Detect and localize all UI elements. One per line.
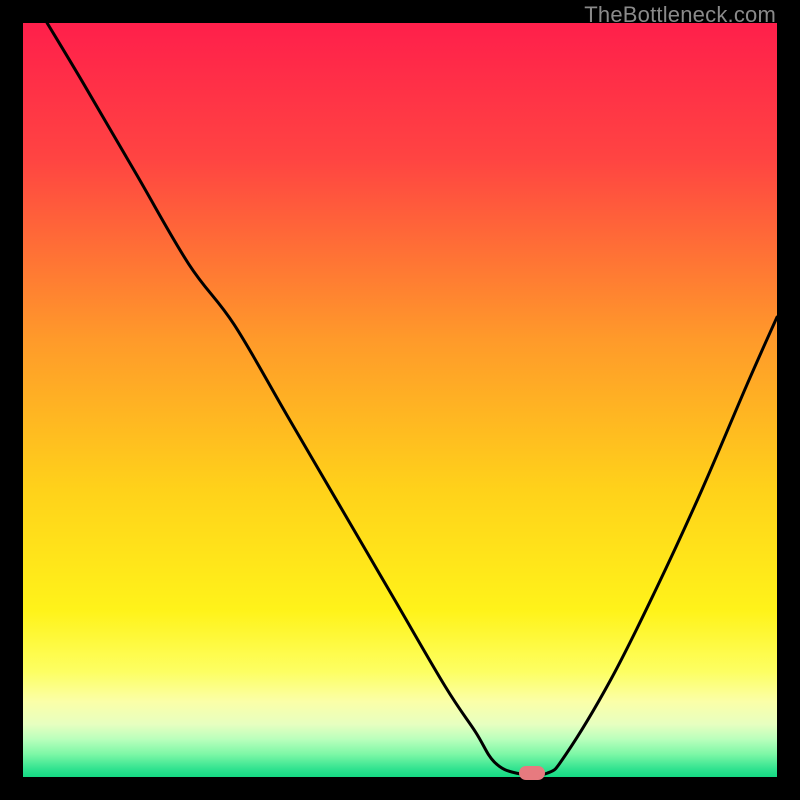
- bottleneck-curve: [23, 23, 777, 777]
- optimal-marker: [519, 766, 545, 780]
- plot-area: [23, 23, 777, 777]
